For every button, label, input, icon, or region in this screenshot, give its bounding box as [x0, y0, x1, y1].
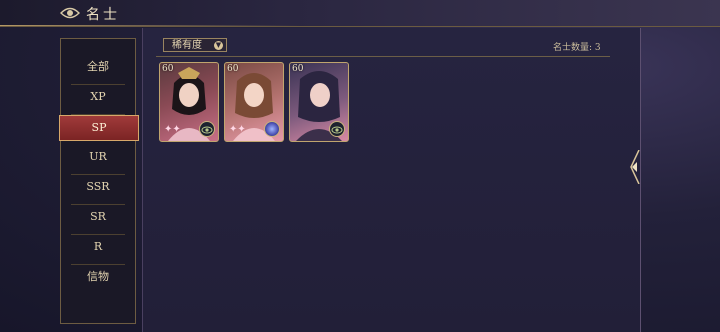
- back-eye-icon[interactable]: [60, 6, 80, 20]
- header-divider: [156, 56, 610, 57]
- sidebar-item-all[interactable]: 全部: [61, 55, 135, 79]
- hero-card[interactable]: 60 ✦✦: [159, 62, 219, 142]
- orb-icon: [264, 121, 280, 137]
- hero-count: 名士数量: 3: [553, 43, 601, 53]
- rarity-filter-label: 稀有度: [172, 40, 202, 51]
- sidebar-item-token[interactable]: 信物: [61, 265, 135, 289]
- sparkle-icon: ✦✦: [229, 124, 246, 135]
- sidebar-item-r[interactable]: R: [61, 235, 135, 259]
- hero-level: 60: [162, 64, 174, 74]
- sidebar-item-sr[interactable]: SR: [61, 205, 135, 229]
- eye-icon: [199, 121, 215, 137]
- collapse-arrow-icon[interactable]: [628, 150, 640, 184]
- sparkle-icon: ✦✦: [164, 124, 181, 135]
- page-title: 名士: [86, 7, 120, 23]
- rarity-filter-dropdown[interactable]: 稀有度 ▼: [163, 38, 227, 52]
- sidebar-item-ssr[interactable]: SSR: [61, 175, 135, 199]
- sidebar-item-xp[interactable]: XP: [61, 85, 135, 109]
- hero-level: 60: [227, 64, 239, 74]
- hero-card[interactable]: 60 ✦✦: [224, 62, 284, 142]
- hero-level: 60: [292, 64, 304, 74]
- sidebar-item-sp[interactable]: SP: [59, 115, 139, 141]
- hero-card[interactable]: 60: [289, 62, 349, 142]
- eye-icon: [329, 121, 345, 137]
- sidebar-item-ur[interactable]: UR: [61, 145, 135, 169]
- top-bar-accent-line: [0, 25, 300, 26]
- chevron-down-icon: ▼: [214, 41, 223, 50]
- rarity-sidebar: 全部 XP SP UR SSR SR R 信物: [59, 38, 139, 324]
- top-bar: 名士: [0, 0, 720, 27]
